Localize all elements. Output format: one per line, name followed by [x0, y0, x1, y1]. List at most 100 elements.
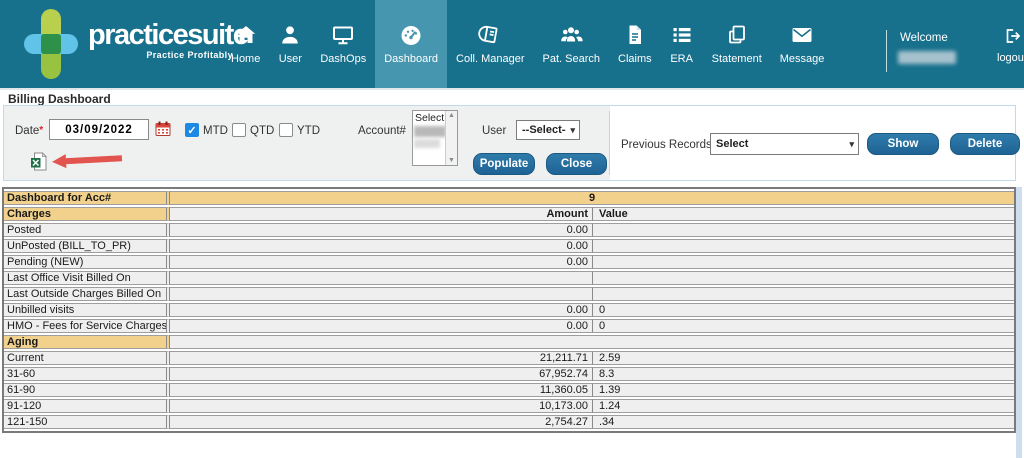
calendar-icon[interactable] — [155, 121, 171, 142]
account-option-redacted[interactable] — [414, 139, 440, 148]
billing-dashboard-page: practicesuite Practice Profitably Home U… — [0, 0, 1024, 458]
value-cell: 8.3 — [592, 367, 1014, 381]
nav-item-dashops[interactable]: DashOps — [311, 0, 375, 88]
nav-item-pat-search[interactable]: Pat. Search — [534, 0, 609, 88]
amount-cell — [170, 287, 592, 301]
table-row-aging-header: Aging — [4, 335, 1014, 349]
amount-cell: 21,211.71 — [170, 351, 592, 365]
scroll-up-icon[interactable]: ▲ — [448, 112, 455, 119]
value-cell — [592, 239, 1014, 253]
date-input[interactable] — [49, 119, 149, 140]
filter-panel: Date* ✓ MTD QTD YTD Account# Select ▲ ▼ … — [3, 105, 1016, 181]
previous-records-value: Select — [711, 138, 845, 150]
top-navigation-bar: practicesuite Practice Profitably Home U… — [0, 0, 1024, 88]
row-label: Pending (NEW) — [4, 255, 170, 269]
nav-label: Claims — [618, 53, 652, 65]
account-option-redacted-selected[interactable] — [414, 126, 446, 137]
value-cell: 0 — [592, 319, 1014, 333]
row-label: Last Office Visit Billed On — [4, 271, 170, 285]
close-button[interactable]: Close — [546, 153, 607, 175]
row-label: Current — [4, 351, 170, 365]
logout-icon — [1002, 27, 1022, 45]
nav-item-message[interactable]: Message — [771, 0, 834, 88]
welcome-text: Welcome — [900, 32, 948, 44]
nav-item-coll-manager[interactable]: Coll. Manager — [447, 0, 533, 88]
nav-item-user[interactable]: User — [269, 0, 311, 88]
annotation-arrow — [52, 151, 125, 169]
amount-cell: 0.00 — [170, 239, 592, 253]
list-icon — [670, 23, 694, 47]
row-label: 121-150 — [4, 415, 170, 429]
scroll-down-icon[interactable]: ▼ — [448, 157, 455, 164]
nav-label: Coll. Manager — [456, 53, 524, 65]
document-icon — [623, 23, 647, 47]
nav-item-claims[interactable]: Claims — [609, 0, 661, 88]
account-label: Account# — [358, 125, 406, 137]
value-cell — [592, 271, 1014, 285]
filter-section-divider — [609, 111, 610, 175]
nav-label: Home — [231, 53, 260, 65]
monitor-icon — [331, 23, 355, 47]
value-cell — [592, 255, 1014, 269]
row-label: 61-90 — [4, 383, 170, 397]
ytd-label: YTD — [297, 125, 320, 137]
nav-label: Dashboard — [384, 53, 438, 65]
amount-cell: 0.00 — [170, 303, 592, 317]
required-marker: * — [39, 125, 43, 136]
pages-icon — [725, 23, 749, 47]
table-row: 31-60 67,952.74 8.3 — [4, 367, 1014, 381]
ytd-checkbox[interactable] — [279, 123, 293, 137]
amount-cell: 2,754.27 — [170, 415, 592, 429]
page-title-bar: Billing Dashboard — [0, 88, 1024, 105]
mtd-checkbox[interactable]: ✓ — [185, 123, 199, 137]
delete-button[interactable]: Delete — [950, 133, 1020, 155]
previous-records-select[interactable]: Select ▾ — [710, 133, 859, 155]
table-row-account-header: Dashboard for Acc# 9 — [4, 191, 1014, 205]
nav-label: Statement — [712, 53, 762, 65]
chevron-down-icon: ▾ — [566, 125, 579, 136]
table-row: UnPosted (BILL_TO_PR) 0.00 — [4, 239, 1014, 253]
qtd-checkbox[interactable] — [232, 123, 246, 137]
amount-cell — [170, 271, 592, 285]
home-icon — [234, 23, 258, 47]
table-row: Last Office Visit Billed On — [4, 271, 1014, 285]
nav-label: Pat. Search — [543, 53, 600, 65]
user-select[interactable]: --Select-- ▾ — [516, 120, 580, 140]
export-excel-icon[interactable] — [30, 152, 47, 176]
table-row-charges-header: Charges Amount Value — [4, 207, 1014, 221]
populate-button[interactable]: Populate — [473, 153, 535, 175]
nav-item-home[interactable]: Home — [222, 0, 269, 88]
nav-label: DashOps — [320, 53, 366, 65]
account-number-cell: 9 — [170, 191, 1014, 205]
nav-item-era[interactable]: ERA — [661, 0, 703, 88]
logout-button[interactable]: logout — [992, 27, 1024, 64]
table-row: 61-90 11,360.05 1.39 — [4, 383, 1014, 397]
qtd-label: QTD — [250, 125, 274, 137]
page-title: Billing Dashboard — [8, 92, 111, 106]
show-button[interactable]: Show — [867, 133, 939, 155]
vertical-scrollbar[interactable] — [1016, 187, 1022, 458]
user-icon — [278, 23, 302, 47]
value-cell — [592, 287, 1014, 301]
user-select-value: --Select-- — [517, 124, 566, 136]
amount-cell: 10,173.00 — [170, 399, 592, 413]
practicesuite-logo-icon[interactable] — [24, 9, 78, 79]
main-nav: Home User DashOps Dashboard Coll. Manage… — [222, 0, 833, 88]
nav-item-statement[interactable]: Statement — [703, 0, 771, 88]
value-cell: 0 — [592, 303, 1014, 317]
brand-name: practicesuite — [88, 20, 233, 50]
logout-label: logout — [992, 52, 1024, 64]
row-label: 91-120 — [4, 399, 170, 413]
table-row: HMO - Fees for Service Charges 0.00 0 — [4, 319, 1014, 333]
listbox-scrollbar[interactable]: ▲ ▼ — [445, 111, 457, 165]
account-listbox[interactable]: Select ▲ ▼ — [412, 110, 458, 166]
nav-item-dashboard[interactable]: Dashboard — [375, 0, 447, 88]
value-cell: .34 — [592, 415, 1014, 429]
billing-summary-table: Dashboard for Acc# 9 Charges Amount Valu… — [2, 187, 1016, 433]
amount-cell: 11,360.05 — [170, 383, 592, 397]
value-cell — [592, 223, 1014, 237]
table-row: Unbilled visits 0.00 0 — [4, 303, 1014, 317]
nav-label: Message — [780, 53, 825, 65]
envelope-icon — [790, 23, 814, 47]
value-cell: 1.24 — [592, 399, 1014, 413]
